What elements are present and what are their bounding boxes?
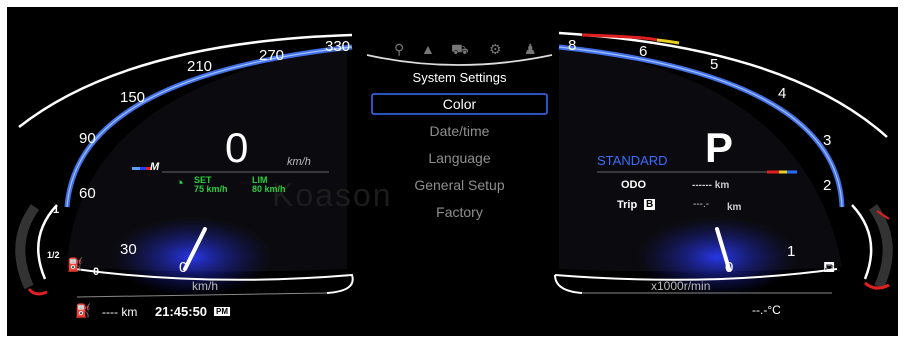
m-badge-letter: M bbox=[150, 161, 160, 173]
menu-item-color[interactable]: Color bbox=[372, 96, 547, 112]
speed-unit-label: km/h bbox=[192, 279, 219, 293]
coolant-temperature-icon: ⛾ bbox=[823, 259, 836, 276]
speed-tick-270: 270 bbox=[259, 47, 285, 64]
fuel-half-label: 1/2 bbox=[47, 250, 60, 260]
menu-title: System Settings bbox=[412, 70, 507, 85]
rpm-tick-8: 8 bbox=[568, 37, 577, 54]
odo-value: ------ km bbox=[692, 180, 730, 191]
trip-badge[interactable]: B bbox=[644, 199, 656, 210]
shirt-icon[interactable]: ♟ bbox=[524, 41, 537, 58]
fuel-full-label: 1 bbox=[53, 204, 60, 216]
trip-unit: km bbox=[727, 202, 742, 213]
rpm-unit-label: x1000r/min bbox=[651, 279, 711, 293]
speed-tick-330: 330 bbox=[325, 38, 351, 55]
speed-value-unit: km/h bbox=[287, 156, 311, 168]
screenshot-frame: Koason 0 30 60 90 150 210 270 330 km/h 0… bbox=[0, 0, 904, 341]
speed-tick-60: 60 bbox=[79, 185, 96, 202]
speed-value: 0 bbox=[225, 124, 249, 171]
trip-label: Trip bbox=[617, 199, 638, 211]
range-fuel-icon: ⛽ bbox=[75, 303, 92, 318]
location-icon[interactable]: ⚲ bbox=[394, 41, 404, 58]
speed-tick-210: 210 bbox=[187, 58, 213, 75]
m-brand-badge: M bbox=[132, 161, 164, 174]
clock-ampm: PM bbox=[214, 307, 230, 316]
speed-tick-150: 150 bbox=[120, 89, 146, 106]
car-icon[interactable]: ⛟ bbox=[451, 41, 469, 60]
speed-tick-30: 30 bbox=[120, 241, 137, 258]
instrument-cluster: Koason 0 30 60 90 150 210 270 330 km/h 0… bbox=[7, 7, 898, 336]
odo-label: ODO bbox=[621, 179, 647, 191]
gear-indicator: P bbox=[705, 124, 734, 171]
warning-icon[interactable]: ▲ bbox=[421, 41, 435, 57]
rpm-tick-4: 4 bbox=[778, 85, 787, 102]
rpm-tick-3: 3 bbox=[823, 132, 832, 149]
rpm-tick-6: 6 bbox=[639, 43, 648, 60]
cruise-control-icon: ◔ bbox=[175, 175, 185, 192]
rpm-tick-1: 1 bbox=[787, 243, 796, 260]
fuel-pump-icon: ⛽ bbox=[67, 257, 84, 272]
menu-item-language[interactable]: Language bbox=[372, 150, 547, 166]
fuel-gauge-arc bbox=[37, 204, 58, 280]
speed-tick-0: 0 bbox=[179, 259, 188, 276]
cruise-lim-value: 80 km/h bbox=[252, 184, 286, 194]
menu-item-general-setup[interactable]: General Setup bbox=[372, 177, 547, 193]
fuel-empty-label: 0 bbox=[93, 266, 100, 278]
speed-tick-90: 90 bbox=[79, 130, 96, 147]
cruise-set-value: 75 km/h bbox=[194, 184, 228, 194]
menu-item-factory[interactable]: Factory bbox=[372, 204, 547, 220]
rpm-tick-5: 5 bbox=[710, 56, 719, 73]
temperature-gauge-arc bbox=[851, 204, 873, 280]
menu-item-datetime[interactable]: Date/time bbox=[372, 123, 547, 139]
trip-value: ---.- bbox=[693, 199, 710, 210]
clock-time: 21:45:50 bbox=[155, 304, 208, 319]
drive-mode: STANDARD bbox=[597, 153, 668, 168]
rpm-tick-0: 0 bbox=[725, 259, 734, 276]
range-value: ---- km bbox=[102, 305, 138, 319]
menu-icon-bar: ⚲ ▲ ⛟ ⚙ ♟ bbox=[389, 41, 559, 61]
temperature-value: --.-°C bbox=[752, 303, 781, 317]
gear-icon[interactable]: ⚙ bbox=[489, 41, 502, 58]
rpm-tick-2: 2 bbox=[823, 177, 832, 194]
